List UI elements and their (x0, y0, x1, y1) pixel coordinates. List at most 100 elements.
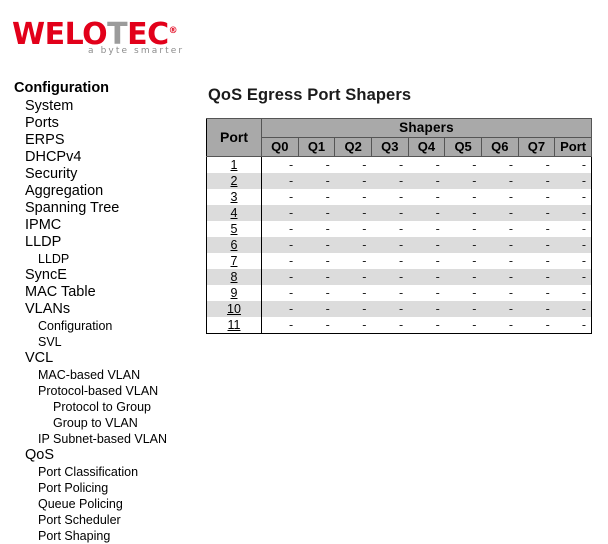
sidebar-item-ports[interactable]: Ports (0, 115, 196, 132)
sidebar-item-lldp[interactable]: LLDP (0, 234, 196, 251)
sidebar-item-protocol-based-vlan[interactable]: Protocol-based VLAN (0, 383, 196, 399)
table-row: 6 - - - - - - - - - (206, 237, 592, 253)
port-cell: 6 (206, 237, 262, 253)
shaper-value-cell: - (362, 174, 367, 188)
shaper-value-cell: - (362, 222, 367, 236)
sidebar-item-synce[interactable]: SyncE (0, 267, 196, 284)
shaper-value-cell: - (545, 254, 550, 268)
shaper-value-cell: - (435, 302, 440, 316)
shaper-value-cell: - (362, 302, 367, 316)
sidebar-item-qos[interactable]: QoS (0, 447, 196, 464)
sidebar-item-port-policing[interactable]: Port Policing (0, 480, 196, 496)
sidebar-item-erps[interactable]: ERPS (0, 132, 196, 149)
sidebar-item-group-to-vlan[interactable]: Group to VLAN (0, 415, 196, 431)
table-head: Port Shapers Q0 Q1 Q2 Q3 Q4 Q5 Q6 Q7 Port (206, 118, 592, 157)
shaper-value-cell: - (508, 318, 514, 332)
shaper-value-cell: - (508, 174, 514, 188)
sidebar-item-svl[interactable]: SVL (0, 334, 196, 350)
sidebar-item-ipmc[interactable]: IPMC (0, 217, 196, 234)
shaper-value-cell: - (472, 190, 477, 204)
shaper-value-cell: - (472, 318, 477, 332)
table-row: 1 - - - - - - - - - (206, 156, 592, 173)
shaper-value-cell: - (581, 302, 586, 316)
shaper-value-cell: - (288, 174, 294, 188)
shaper-value-cell: - (398, 254, 404, 268)
sidebar-item-port-scheduler[interactable]: Port Scheduler (0, 512, 196, 528)
table-row: 11 - - - - - - - - - (206, 317, 592, 334)
shaper-value-cell: - (288, 318, 294, 332)
table-row: 4 - - - - - - - - - (206, 205, 592, 221)
port-link[interactable]: 11 (228, 318, 241, 332)
shaper-value-cell: - (325, 174, 330, 188)
port-link[interactable]: 7 (231, 254, 238, 268)
shaper-value-cell: - (288, 254, 294, 268)
shaper-value-cell: - (288, 286, 294, 300)
shaper-value-cell: - (362, 254, 367, 268)
sidebar-item-vcl[interactable]: VCL (0, 350, 196, 367)
sidebar-item-mac-based-vlan[interactable]: MAC-based VLAN (0, 367, 196, 383)
shaper-value-cell: - (508, 222, 514, 236)
qos-egress-port-shapers-table: Port Shapers Q0 Q1 Q2 Q3 Q4 Q5 Q6 Q7 Port 1 - - - - -… (206, 118, 592, 334)
shaper-value-cell: - (288, 222, 294, 236)
main-content: QoS Egress Port Shapers Port Shapers Q0 Q… (206, 86, 602, 334)
shaper-value-cell: - (288, 190, 294, 204)
sidebar-item-dhcpv4[interactable]: DHCPv4 (0, 149, 196, 166)
sidebar-item-port-classification[interactable]: Port Classification (0, 464, 196, 480)
sidebar-navigation: Configuration System Ports ERPS DHCPv4 Secur… (0, 80, 196, 544)
shaper-value-cell: - (472, 302, 477, 316)
column-header-q4: Q4 (407, 137, 446, 157)
shaper-value-cell: - (508, 286, 514, 300)
shaper-value-cell: - (288, 238, 294, 252)
shaper-value-cell: - (398, 206, 404, 220)
page-title: QoS Egress Port Shapers (208, 86, 412, 104)
shaper-value-cell: - (325, 286, 330, 300)
table-row: 2 - - - - - - - - - (206, 173, 592, 189)
shaper-value-cell: - (472, 254, 477, 268)
sidebar-item-lldp[interactable]: LLDP (0, 251, 196, 267)
sidebar-heading-configuration: Configuration (14, 80, 110, 96)
shaper-value-cell: - (581, 190, 586, 204)
shaper-value-cell: - (581, 238, 586, 252)
shaper-value-cell: - (581, 318, 586, 332)
shaper-value-cell: - (508, 238, 514, 252)
sidebar-item-protocol-to-group[interactable]: Protocol to Group (0, 399, 196, 415)
sidebar-item-system[interactable]: System (0, 98, 196, 115)
port-link[interactable]: 5 (231, 222, 238, 236)
shaper-value-cell: - (325, 254, 330, 268)
sidebar-item-port-shaping[interactable]: Port Shaping (0, 528, 196, 544)
shaper-value-cell: - (545, 318, 550, 332)
shaper-value-cell: - (508, 302, 514, 316)
sidebar-item-spanning-tree[interactable]: Spanning Tree (0, 200, 196, 217)
shaper-value-cell: - (472, 270, 477, 284)
shaper-value-cell: - (545, 174, 550, 188)
port-link[interactable]: 10 (227, 302, 241, 316)
sidebar-item-vlans[interactable]: VLANs (0, 301, 196, 318)
sidebar-item-configuration[interactable]: Configuration (0, 318, 196, 334)
shaper-value-cell: - (435, 318, 440, 332)
sidebar-item-ip-subnet-based-vlan[interactable]: IP Subnet-based VLAN (0, 431, 196, 447)
shaper-value-cell: - (362, 206, 367, 220)
shaper-value-cell: - (545, 190, 550, 204)
sidebar-item-mac-table[interactable]: MAC Table (0, 284, 196, 301)
shaper-value-cell: - (581, 158, 586, 172)
sidebar-item-aggregation[interactable]: Aggregation (0, 183, 196, 200)
port-link[interactable]: 3 (231, 190, 238, 204)
port-cell: 9 (206, 285, 262, 301)
sidebar-item-queue-policing[interactable]: Queue Policing (0, 496, 196, 512)
column-header-q6: Q6 (480, 137, 519, 157)
sidebar-item-security[interactable]: Security (0, 166, 196, 183)
shaper-value-cell: - (472, 286, 477, 300)
shaper-value-cell: - (508, 190, 514, 204)
port-link[interactable]: 9 (231, 286, 238, 300)
port-link[interactable]: 2 (231, 174, 238, 188)
port-link[interactable]: 1 (231, 158, 238, 172)
shaper-value-cell: - (288, 270, 294, 284)
shaper-value-cell: - (362, 270, 367, 284)
port-link[interactable]: 8 (231, 270, 238, 284)
port-link[interactable]: 4 (231, 206, 238, 220)
shaper-value-cell: - (581, 270, 586, 284)
port-link[interactable]: 6 (231, 238, 238, 252)
shaper-value-cell: - (581, 286, 586, 300)
shaper-value-cell: - (508, 158, 514, 172)
shaper-value-cell: - (398, 318, 404, 332)
